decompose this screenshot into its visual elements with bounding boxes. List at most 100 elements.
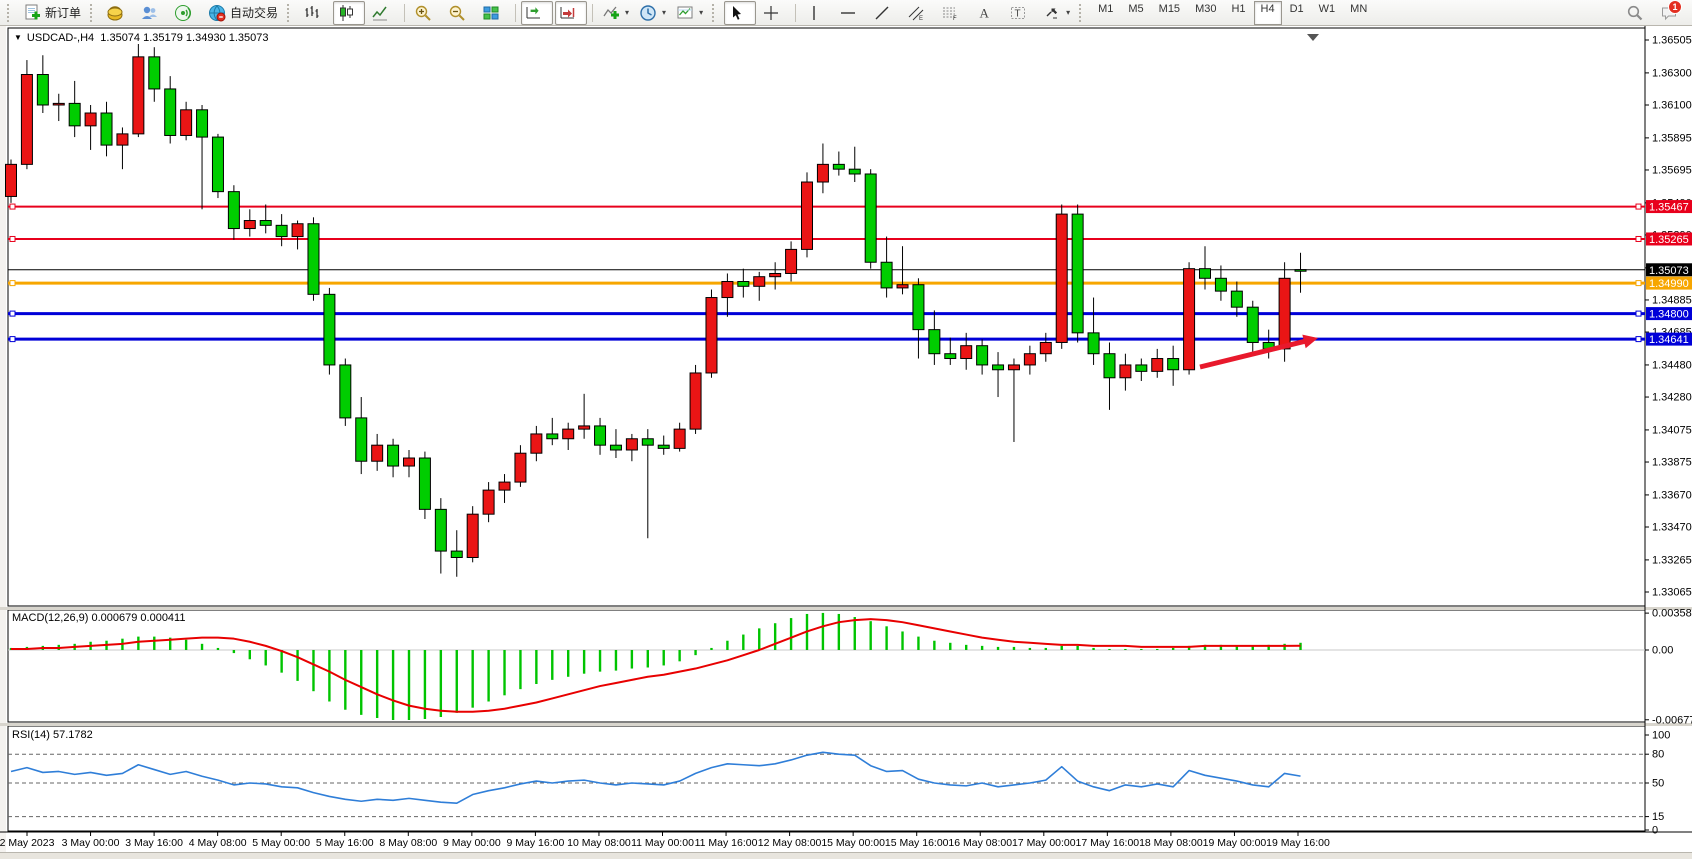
timeframe-button-m30[interactable]: M30 bbox=[1188, 1, 1223, 25]
community-button[interactable] bbox=[136, 1, 168, 25]
time-axis-label: 8 May 08:00 bbox=[379, 837, 437, 849]
time-axis-label: 15 May 00:00 bbox=[821, 837, 885, 849]
candle-body bbox=[1056, 214, 1067, 342]
chart-shift-icon bbox=[559, 4, 577, 22]
price-axis-label: 1.34885 bbox=[1652, 294, 1692, 306]
horizontal-line-icon bbox=[839, 4, 857, 22]
candle-body bbox=[563, 429, 574, 439]
time-axis-label: 17 May 16:00 bbox=[1076, 837, 1140, 849]
chevron-down-icon[interactable]: ▼ bbox=[14, 33, 22, 42]
candle-body bbox=[53, 103, 64, 105]
signals-button[interactable] bbox=[170, 1, 202, 25]
macd-axis-label: 0.003581 bbox=[1652, 608, 1692, 620]
candle-body bbox=[37, 75, 48, 105]
templates-button[interactable]: ▾ bbox=[672, 1, 707, 25]
time-axis-label: 9 May 16:00 bbox=[507, 837, 565, 849]
zoom-in-button[interactable] bbox=[410, 1, 442, 25]
timeframe-button-h4[interactable]: H4 bbox=[1254, 1, 1282, 25]
timeframe-button-d1[interactable]: D1 bbox=[1283, 1, 1311, 25]
main-chart-pane[interactable] bbox=[8, 28, 1645, 606]
trendline-tool-button[interactable] bbox=[869, 1, 901, 25]
text-icon: A bbox=[975, 4, 993, 22]
cursor-tool-button[interactable] bbox=[724, 1, 756, 25]
candle-body bbox=[101, 113, 112, 145]
zoom-out-button[interactable] bbox=[444, 1, 476, 25]
chat-button[interactable]: 1 bbox=[1656, 1, 1688, 25]
search-icon bbox=[1626, 4, 1644, 22]
chart-window[interactable]: 1.365051.363001.361001.358951.356951.354… bbox=[0, 26, 1692, 859]
toolbar: 新订单 自动交易 bbox=[0, 0, 1692, 26]
pane-splitter[interactable] bbox=[0, 723, 1692, 726]
candle-body bbox=[324, 294, 335, 365]
autotrade-button[interactable]: 自动交易 bbox=[204, 1, 282, 25]
candlestick-icon bbox=[337, 4, 355, 22]
candle-body bbox=[770, 273, 781, 276]
time-axis-label: 2 May 2023 bbox=[0, 837, 55, 849]
toolbar-grip[interactable] bbox=[712, 4, 719, 22]
candle-body bbox=[817, 164, 828, 182]
terminal-window: 新订单 自动交易 bbox=[0, 0, 1692, 859]
candle-body bbox=[292, 224, 303, 237]
indicators-button[interactable]: ▾ bbox=[598, 1, 633, 25]
toolbar-grip[interactable] bbox=[7, 4, 14, 22]
svg-text:1.35265: 1.35265 bbox=[1649, 234, 1689, 246]
candle-body bbox=[595, 426, 606, 445]
timeframe-button-m5[interactable]: M5 bbox=[1121, 1, 1150, 25]
chart-canvas[interactable]: 1.365051.363001.361001.358951.356951.354… bbox=[0, 26, 1692, 859]
ohlc-values: 1.35074 1.35179 1.34930 1.35073 bbox=[100, 32, 268, 44]
vertical-line-tool-button[interactable] bbox=[801, 1, 833, 25]
rsi-pane[interactable] bbox=[8, 726, 1645, 831]
candle-chart-mode-button[interactable] bbox=[333, 1, 365, 25]
timeframe-button-m1[interactable]: M1 bbox=[1091, 1, 1120, 25]
pane-splitter[interactable] bbox=[0, 607, 1692, 610]
candle-body bbox=[276, 225, 287, 236]
time-axis-label: 19 May 16:00 bbox=[1266, 837, 1330, 849]
svg-text:1.34990: 1.34990 bbox=[1649, 278, 1689, 290]
toolbar-grip[interactable] bbox=[90, 4, 97, 22]
candle-body bbox=[404, 458, 415, 466]
horizontal-line-tool-button[interactable] bbox=[835, 1, 867, 25]
candle-body bbox=[1088, 333, 1099, 354]
price-axis-label: 1.35695 bbox=[1652, 164, 1692, 176]
timeframe-button-mn[interactable]: MN bbox=[1343, 1, 1374, 25]
price-badge-1.35265: 1.35265 bbox=[1646, 232, 1692, 246]
candle-body bbox=[181, 110, 192, 136]
timeframe-button-h1[interactable]: H1 bbox=[1224, 1, 1252, 25]
arrows-tool-button[interactable]: ▾ bbox=[1039, 1, 1074, 25]
candle-body bbox=[69, 103, 80, 125]
time-axis-label: 17 May 00:00 bbox=[1012, 837, 1076, 849]
candle-body bbox=[212, 137, 223, 192]
toolbar-grip[interactable] bbox=[287, 4, 294, 22]
candle-body bbox=[1295, 270, 1306, 272]
new-order-button[interactable]: 新订单 bbox=[19, 1, 85, 25]
clock-icon bbox=[639, 4, 657, 22]
time-axis-label: 18 May 08:00 bbox=[1139, 837, 1203, 849]
chart-shift-button[interactable] bbox=[555, 1, 587, 25]
text-label-tool-button[interactable]: T bbox=[1005, 1, 1037, 25]
crosshair-tool-button[interactable] bbox=[758, 1, 790, 25]
market-watch-button[interactable] bbox=[102, 1, 134, 25]
candle-body bbox=[738, 282, 749, 287]
candle-body bbox=[1120, 365, 1131, 378]
macd-pane[interactable] bbox=[8, 610, 1645, 722]
new-order-icon bbox=[23, 4, 41, 22]
price-axis-label: 1.36505 bbox=[1652, 35, 1692, 47]
tile-windows-button[interactable] bbox=[478, 1, 510, 25]
chart-symbol-row: ▼USDCAD-,H4 1.35074 1.35179 1.34930 1.35… bbox=[14, 32, 269, 44]
channel-tool-button[interactable]: E bbox=[903, 1, 935, 25]
toolbar-grip[interactable] bbox=[1079, 4, 1086, 22]
candle-body bbox=[260, 221, 271, 226]
fibonacci-tool-button[interactable]: F bbox=[937, 1, 969, 25]
text-tool-button[interactable]: A bbox=[971, 1, 1003, 25]
bar-chart-mode-button[interactable] bbox=[299, 1, 331, 25]
timeframe-button-m15[interactable]: M15 bbox=[1152, 1, 1187, 25]
auto-scroll-button[interactable] bbox=[521, 1, 553, 25]
timeframe-button-w1[interactable]: W1 bbox=[1312, 1, 1343, 25]
periods-button[interactable]: ▾ bbox=[635, 1, 670, 25]
line-chart-mode-button[interactable] bbox=[367, 1, 399, 25]
search-button[interactable] bbox=[1622, 1, 1654, 25]
candle-body bbox=[945, 354, 956, 359]
candle-body bbox=[451, 551, 462, 557]
candle-body bbox=[531, 434, 542, 453]
time-axis-label: 5 May 16:00 bbox=[316, 837, 374, 849]
